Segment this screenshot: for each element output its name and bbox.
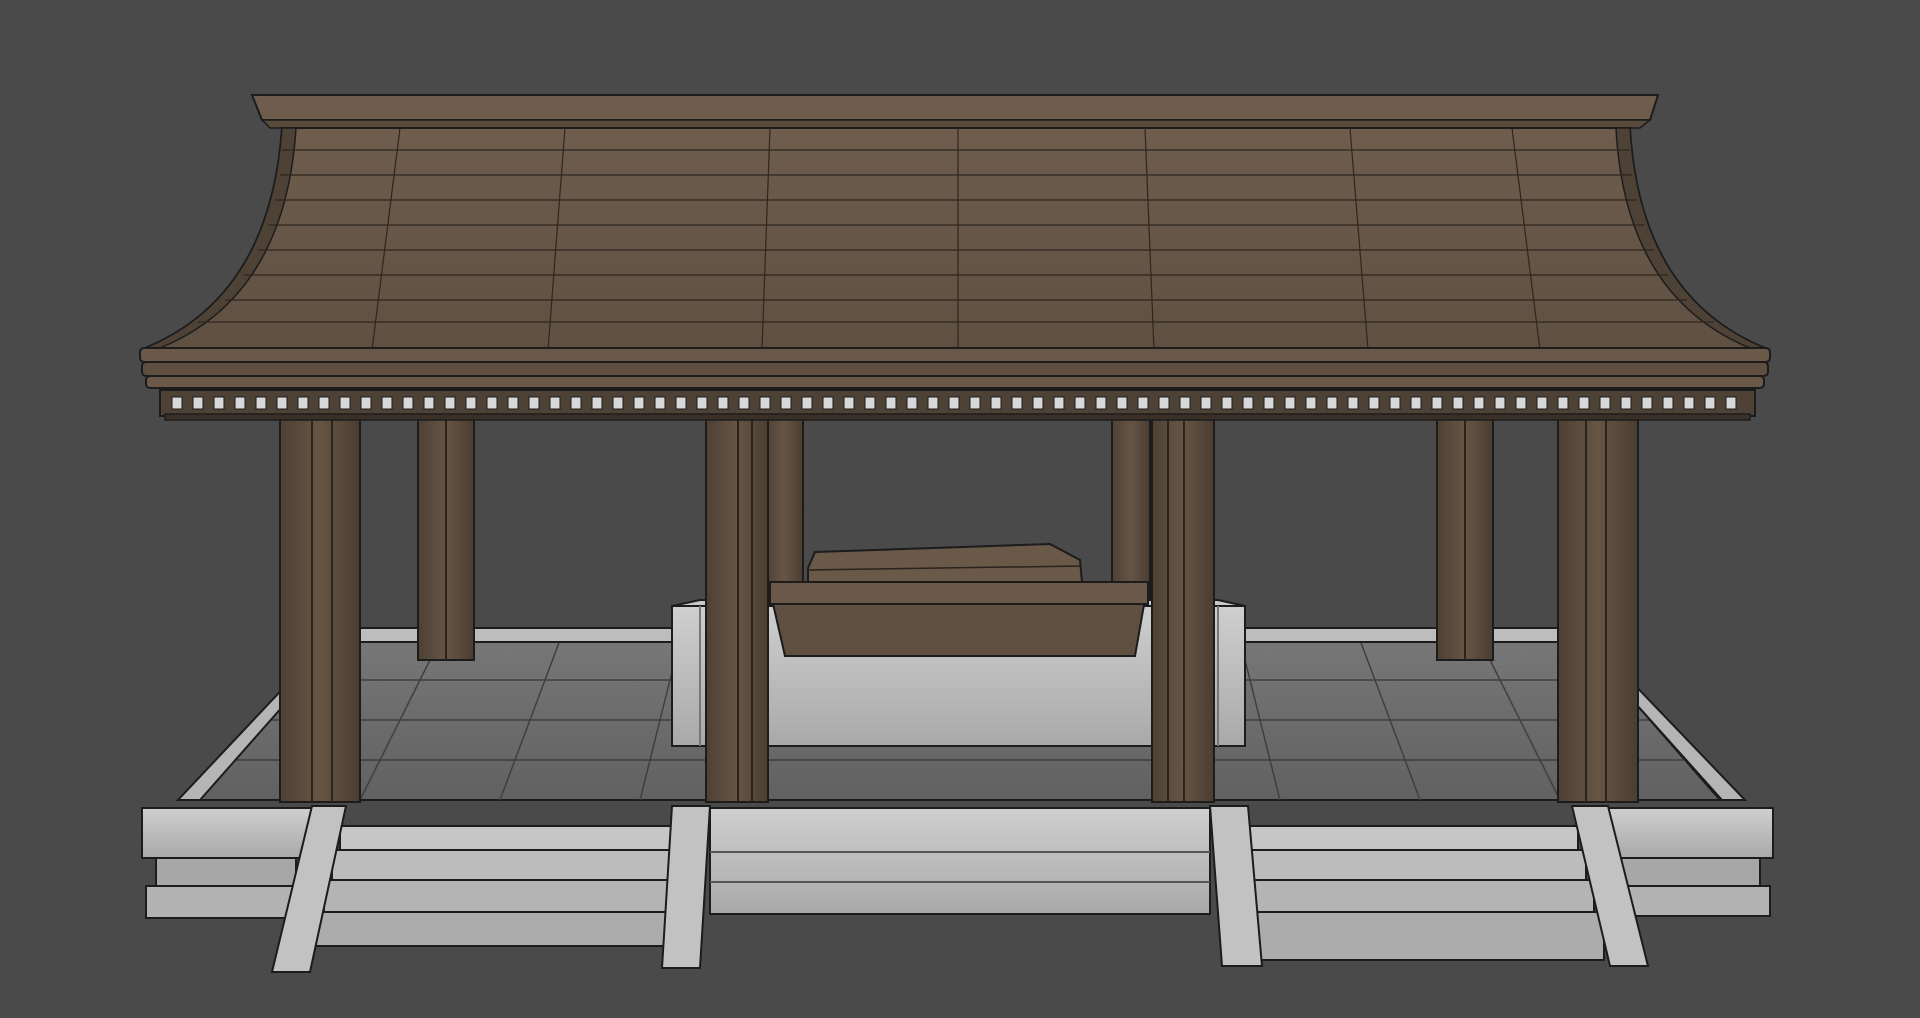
- stairs-right: [1208, 805, 1650, 967]
- dentil-block: [570, 396, 582, 410]
- dentil-block: [1305, 396, 1317, 410]
- dentil-block: [423, 396, 435, 410]
- dentil-block: [465, 396, 477, 410]
- dentil-block: [1431, 396, 1443, 410]
- dentil-block: [969, 396, 981, 410]
- dentil-block: [612, 396, 624, 410]
- dentil-block: [1389, 396, 1401, 410]
- dentil-block: [234, 396, 246, 410]
- dentil-block: [1599, 396, 1611, 410]
- dentil-block: [885, 396, 897, 410]
- dentil-block: [948, 396, 960, 410]
- pavilion-model: [139, 94, 1774, 973]
- pillar-front-center-left: [705, 411, 769, 803]
- dentil-block: [1221, 396, 1233, 410]
- dentil-block: [1053, 396, 1065, 410]
- dentil-block: [1179, 396, 1191, 410]
- dentil-block: [255, 396, 267, 410]
- dentil-block: [339, 396, 351, 410]
- dentil-block: [675, 396, 687, 410]
- dentil-block: [1725, 396, 1737, 410]
- dentil-block: [1452, 396, 1464, 410]
- dentil-block: [1410, 396, 1422, 410]
- dentil-block: [1242, 396, 1254, 410]
- pillar-front-center-right: [1151, 411, 1215, 803]
- dentil-block: [1704, 396, 1716, 410]
- dentil-block: [276, 396, 288, 410]
- dentil-block: [654, 396, 666, 410]
- stairs-left: [270, 805, 712, 973]
- dentil-block: [213, 396, 225, 410]
- 3d-viewport[interactable]: [0, 0, 1920, 1018]
- dentil-block: [801, 396, 813, 410]
- dentil-block: [1158, 396, 1170, 410]
- dentil-block: [1536, 396, 1548, 410]
- dentil-block: [360, 396, 372, 410]
- dentils: [171, 396, 1737, 410]
- stone-base-and-steps: [141, 805, 1774, 973]
- dentil-block: [444, 396, 456, 410]
- dentil-block: [780, 396, 792, 410]
- dentil-block: [1137, 396, 1149, 410]
- dentil-block: [633, 396, 645, 410]
- dentil-block: [738, 396, 750, 410]
- dentil-block: [297, 396, 309, 410]
- dentil-block: [591, 396, 603, 410]
- dentil-block: [1200, 396, 1212, 410]
- dentil-block: [1116, 396, 1128, 410]
- dentil-block: [1620, 396, 1632, 410]
- dentil-block: [528, 396, 540, 410]
- dentil-block: [1578, 396, 1590, 410]
- dentil-block: [1011, 396, 1023, 410]
- dentil-block: [822, 396, 834, 410]
- dentil-block: [1473, 396, 1485, 410]
- dentil-block: [906, 396, 918, 410]
- dentil-block: [1032, 396, 1044, 410]
- dentil-block: [990, 396, 1002, 410]
- dentil-block: [696, 396, 708, 410]
- dentil-block: [1347, 396, 1359, 410]
- dentil-block: [1662, 396, 1674, 410]
- dentil-block: [927, 396, 939, 410]
- dentil-block: [318, 396, 330, 410]
- dentil-block: [1641, 396, 1653, 410]
- dentil-block: [192, 396, 204, 410]
- dentil-block: [1284, 396, 1296, 410]
- dentil-block: [1263, 396, 1275, 410]
- dentil-block: [1494, 396, 1506, 410]
- dentil-block: [549, 396, 561, 410]
- dentil-block: [1326, 396, 1338, 410]
- dentil-block: [1557, 396, 1569, 410]
- dentil-block: [1095, 396, 1107, 410]
- dentil-block: [402, 396, 414, 410]
- dentil-block: [717, 396, 729, 410]
- pillar-front-left: [279, 411, 361, 803]
- dentil-block: [171, 396, 183, 410]
- dentil-block: [507, 396, 519, 410]
- dentil-block: [1683, 396, 1695, 410]
- dentil-block: [486, 396, 498, 410]
- pillar-front-right: [1557, 411, 1639, 803]
- dentil-block: [864, 396, 876, 410]
- dentil-block: [1515, 396, 1527, 410]
- dentil-block: [381, 396, 393, 410]
- dentil-block: [1368, 396, 1380, 410]
- dentil-block: [759, 396, 771, 410]
- dentil-block: [1074, 396, 1086, 410]
- dentil-block: [843, 396, 855, 410]
- roof: [139, 94, 1771, 421]
